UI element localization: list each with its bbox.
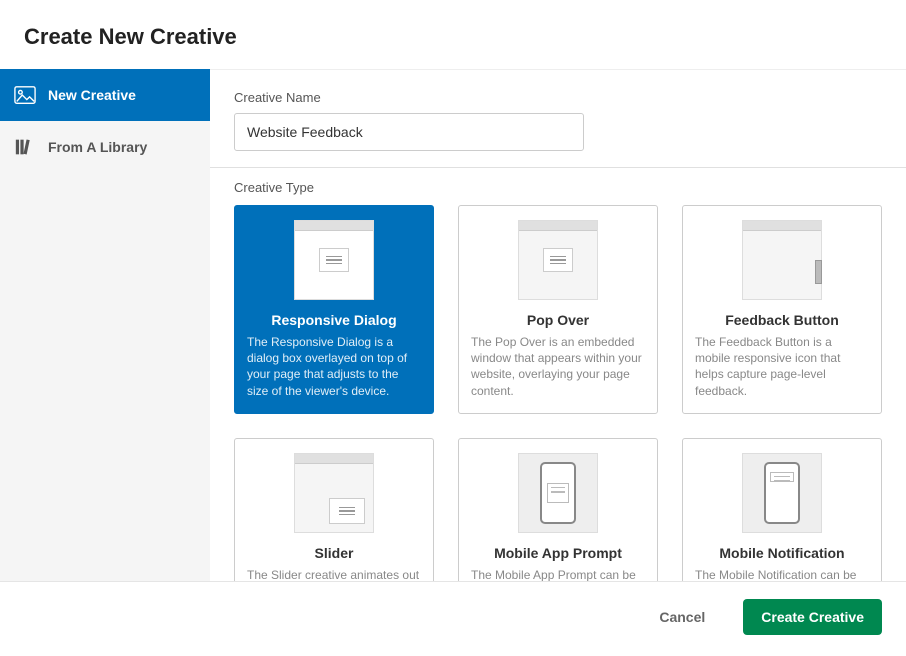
card-title: Feedback Button <box>695 312 869 328</box>
modal-body: New Creative From A Library Creative Nam… <box>0 68 906 581</box>
creative-type-card[interactable]: Mobile Notification The Mobile Notificati… <box>682 438 882 581</box>
create-creative-button[interactable]: Create Creative <box>743 599 882 635</box>
sidebar-item-from-library[interactable]: From A Library <box>0 121 210 173</box>
main-panel: Creative Name Creative Type Responsive D… <box>210 69 906 581</box>
creative-type-label: Creative Type <box>234 180 882 195</box>
creative-name-input[interactable] <box>234 113 584 151</box>
creative-name-label: Creative Name <box>234 90 882 105</box>
card-description: The Slider creative animates out <box>247 567 421 581</box>
creative-type-card[interactable]: Pop Over The Pop Over is an embedded wind… <box>458 205 658 414</box>
sidebar-item-new-creative[interactable]: New Creative <box>0 69 210 121</box>
image-icon <box>14 85 36 105</box>
card-description: The Mobile Notification can be <box>695 567 869 581</box>
sidebar-item-label: From A Library <box>48 139 147 155</box>
creative-type-card[interactable]: Feedback Button The Feedback Button is a … <box>682 205 882 414</box>
card-description: The Mobile App Prompt can be <box>471 567 645 581</box>
creative-name-section: Creative Name <box>210 70 906 168</box>
modal-header: Create New Creative <box>0 0 906 68</box>
card-title: Mobile App Prompt <box>471 545 645 561</box>
card-description: The Pop Over is an embedded window that … <box>471 334 645 399</box>
creative-type-section: Creative Type Responsive Dialog The Respo… <box>210 168 906 581</box>
cancel-button[interactable]: Cancel <box>641 599 723 635</box>
creative-type-card[interactable]: Mobile App Prompt The Mobile App Prompt c… <box>458 438 658 581</box>
card-title: Responsive Dialog <box>247 312 421 328</box>
creative-type-card[interactable]: Slider The Slider creative animates out <box>234 438 434 581</box>
card-title: Mobile Notification <box>695 545 869 561</box>
card-title: Pop Over <box>471 312 645 328</box>
card-description: The Responsive Dialog is a dialog box ov… <box>247 334 421 399</box>
card-title: Slider <box>247 545 421 561</box>
sidebar-item-label: New Creative <box>48 87 136 103</box>
creative-type-grid: Responsive Dialog The Responsive Dialog i… <box>234 205 882 581</box>
creative-type-card[interactable]: Responsive Dialog The Responsive Dialog i… <box>234 205 434 414</box>
card-description: The Feedback Button is a mobile responsi… <box>695 334 869 399</box>
sidebar: New Creative From A Library <box>0 69 210 581</box>
modal-title: Create New Creative <box>24 24 882 50</box>
library-icon <box>14 137 36 157</box>
modal-footer: Cancel Create Creative <box>0 581 906 651</box>
